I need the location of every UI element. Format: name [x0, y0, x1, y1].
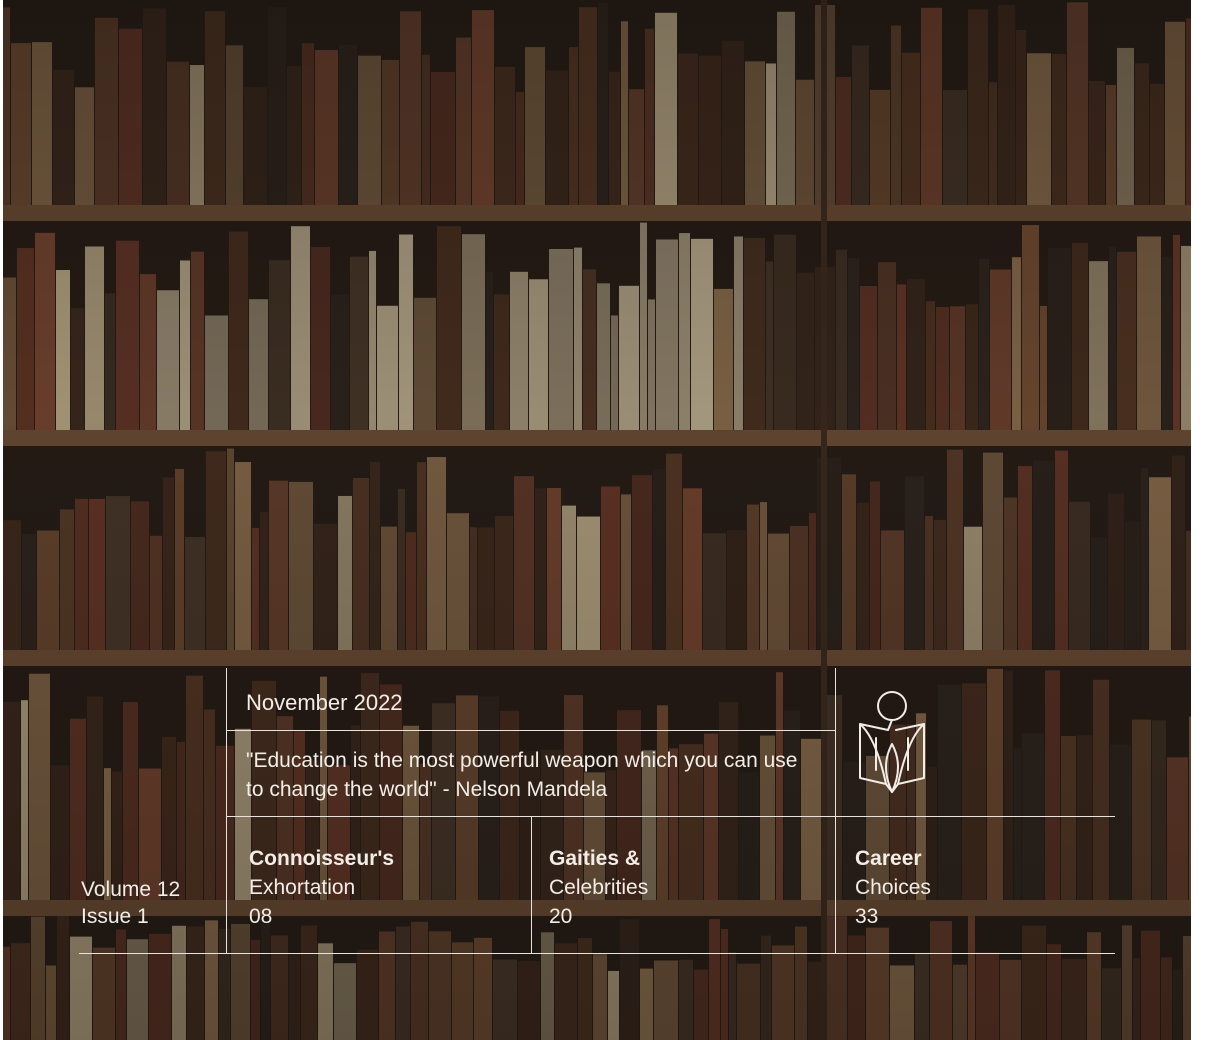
volume-info: Volume 12 Issue 1 [81, 876, 180, 930]
section-title: Career [855, 847, 922, 870]
quote: "Education is the most powerful weapon w… [246, 749, 798, 801]
divider-under-date [226, 730, 836, 731]
section-subtitle: Celebrities [549, 876, 649, 899]
section-career: Career Choices 33 [855, 844, 931, 931]
issue-label: Issue 1 [81, 905, 149, 928]
divider-bottom [79, 953, 1115, 954]
section-title: Gaities & [549, 847, 641, 870]
section-subtitle: Exhortation [249, 876, 356, 899]
issue-date: November 2022 [246, 690, 403, 715]
section-gaities: Gaities & Celebrities 20 [549, 844, 648, 931]
divider-vertical-middle [531, 816, 532, 954]
section-page: 20 [549, 905, 573, 928]
section-page: 33 [855, 905, 879, 928]
section-title: Connoisseur's [249, 847, 395, 870]
section-connoisseurs: Connoisseur's Exhortation 08 [249, 844, 394, 931]
divider-vertical-left [226, 668, 227, 954]
volume-label: Volume 12 [81, 878, 181, 901]
divider-under-quote [226, 816, 1115, 817]
section-page: 08 [249, 905, 273, 928]
reader-book-icon [859, 691, 925, 793]
section-subtitle: Choices [855, 876, 931, 899]
divider-vertical-right [835, 668, 836, 954]
